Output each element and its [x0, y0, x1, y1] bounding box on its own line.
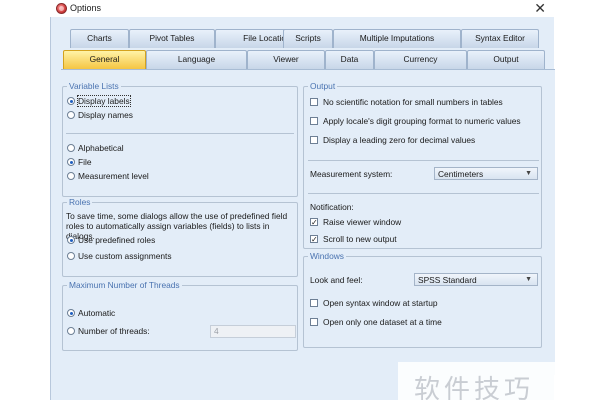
radio-selected-icon [67, 158, 75, 166]
output-divider-1 [308, 160, 539, 161]
tab-scripts[interactable]: Scripts [283, 29, 333, 48]
variable-lists-divider [66, 133, 294, 134]
threads-group: Maximum Number of Threads Automatic Numb… [62, 280, 298, 351]
tab-syntax-editor[interactable]: Syntax Editor [461, 29, 539, 48]
automatic-threads-label: Automatic [78, 308, 116, 318]
file-order-label: File [78, 157, 92, 167]
tab-data[interactable]: Data [325, 50, 374, 69]
roles-group: Roles To save time, some dialogs allow t… [62, 197, 298, 277]
look-and-feel-value: SPSS Standard [418, 274, 477, 285]
measurement-system-dropdown[interactable]: Centimeters ▼ [434, 167, 538, 180]
output-group: Output No scientific notation for small … [303, 81, 542, 249]
radio-unselected-icon [67, 144, 75, 152]
number-of-threads-field[interactable]: 4 [210, 325, 296, 338]
use-custom-assignments-label: Use custom assignments [78, 251, 172, 261]
display-names-radio[interactable]: Display names [67, 110, 133, 120]
radio-selected-icon [67, 236, 75, 244]
open-syntax-window-label: Open syntax window at startup [323, 298, 438, 308]
no-scientific-notation-label: No scientific notation for small numbers… [323, 97, 503, 107]
chevron-down-icon: ▼ [525, 170, 532, 177]
tab-multiple-imputations[interactable]: Multiple Imputations [333, 29, 461, 48]
tab-output[interactable]: Output [467, 50, 545, 69]
number-of-threads-label: Number of threads: [78, 326, 150, 336]
radio-selected-icon [67, 309, 75, 317]
file-order-radio[interactable]: File [67, 157, 92, 167]
scroll-to-new-output-checkbox[interactable]: ✓ Scroll to new output [310, 234, 397, 244]
tab-general[interactable]: General [63, 50, 146, 69]
measurement-level-radio[interactable]: Measurement level [67, 171, 149, 181]
windows-legend: Windows [308, 251, 346, 262]
use-predefined-roles-radio[interactable]: Use predefined roles [67, 235, 155, 245]
windows-group: Windows Look and feel: SPSS Standard ▼ O… [303, 251, 542, 348]
general-tab-panel: Variable Lists Display labels Display na… [61, 69, 555, 375]
radio-unselected-icon [67, 172, 75, 180]
one-dataset-checkbox[interactable]: Open only one dataset at a time [310, 317, 442, 327]
measurement-level-label: Measurement level [78, 171, 149, 181]
leading-zero-label: Display a leading zero for decimal value… [323, 135, 476, 145]
checkbox-icon [310, 318, 318, 326]
options-dialog: Charts Pivot Tables File Locations Scrip… [50, 17, 555, 400]
open-syntax-window-checkbox[interactable]: Open syntax window at startup [310, 298, 438, 308]
checkbox-icon [310, 117, 318, 125]
alphabetical-label: Alphabetical [78, 143, 124, 153]
output-legend: Output [308, 81, 338, 92]
radio-unselected-icon [67, 252, 75, 260]
use-custom-assignments-radio[interactable]: Use custom assignments [67, 251, 172, 261]
number-of-threads-radio[interactable]: Number of threads: [67, 326, 150, 336]
radio-unselected-icon [67, 327, 75, 335]
display-labels-radio[interactable]: Display labels [67, 95, 131, 107]
checkbox-icon: ✓ [310, 235, 318, 244]
window-title: Options [70, 3, 102, 13]
variable-lists-legend: Variable Lists [67, 81, 121, 92]
close-icon[interactable]: ✕ [534, 0, 546, 16]
display-labels-label: Display labels [77, 95, 131, 107]
tab-language[interactable]: Language [146, 50, 247, 69]
watermark: 软件技巧 [398, 362, 600, 400]
measurement-system-value: Centimeters [438, 168, 484, 179]
tab-currency[interactable]: Currency [374, 50, 467, 69]
apply-locale-grouping-label: Apply locale's digit grouping format to … [323, 116, 521, 126]
tab-charts[interactable]: Charts [70, 29, 129, 48]
automatic-threads-radio[interactable]: Automatic [67, 308, 115, 318]
radio-selected-icon [67, 97, 75, 105]
roles-legend: Roles [67, 197, 93, 208]
spss-app-icon [56, 3, 67, 14]
title-bar: Options ✕ [50, 0, 554, 17]
leading-zero-checkbox[interactable]: Display a leading zero for decimal value… [310, 135, 475, 145]
tab-viewer[interactable]: Viewer [247, 50, 325, 69]
scroll-to-new-output-label: Scroll to new output [323, 234, 397, 244]
look-and-feel-dropdown[interactable]: SPSS Standard ▼ [414, 273, 538, 286]
one-dataset-label: Open only one dataset at a time [323, 317, 442, 327]
output-divider-2 [308, 193, 539, 194]
tab-pivot-tables[interactable]: Pivot Tables [129, 29, 215, 48]
look-and-feel-label: Look and feel: [310, 275, 363, 285]
raise-viewer-window-label: Raise viewer window [323, 217, 402, 227]
no-scientific-notation-checkbox[interactable]: No scientific notation for small numbers… [310, 97, 503, 107]
variable-lists-group: Variable Lists Display labels Display na… [62, 81, 298, 197]
checkbox-icon [310, 136, 318, 144]
raise-viewer-window-checkbox[interactable]: ✓ Raise viewer window [310, 217, 401, 227]
checkbox-icon: ✓ [310, 218, 318, 227]
checkbox-icon [310, 98, 318, 106]
radio-unselected-icon [67, 111, 75, 119]
use-predefined-roles-label: Use predefined roles [78, 235, 156, 245]
chevron-down-icon: ▼ [525, 276, 532, 283]
apply-locale-grouping-checkbox[interactable]: Apply locale's digit grouping format to … [310, 116, 521, 126]
notification-label: Notification: [310, 202, 354, 212]
checkbox-icon [310, 299, 318, 307]
threads-legend: Maximum Number of Threads [67, 280, 182, 291]
display-names-label: Display names [78, 110, 133, 120]
watermark-text: 软件技巧 [414, 375, 535, 400]
alphabetical-radio[interactable]: Alphabetical [67, 143, 124, 153]
measurement-system-label: Measurement system: [310, 169, 393, 179]
